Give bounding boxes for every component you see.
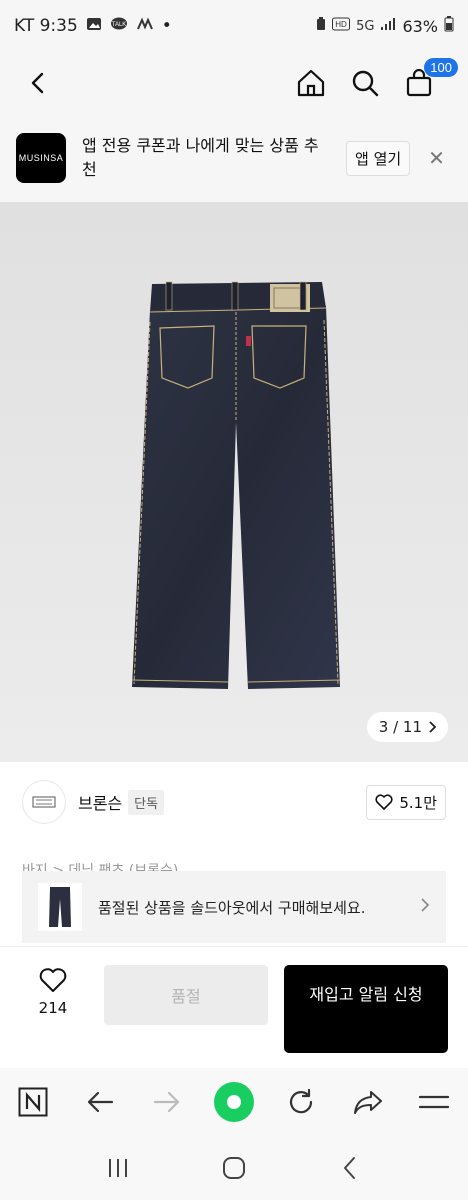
- app-install-banner: MUSINSA 앱 전용 쿠폰과 나에게 맞는 상품 추천 앱 열기 ✕: [0, 114, 468, 202]
- browser-back-button[interactable]: [80, 1082, 120, 1122]
- soldout-banner-text: 품절된 상품을 솔드아웃에서 구매해보세요.: [98, 898, 366, 917]
- nav-actions: 100: [294, 58, 458, 100]
- carrier-time: KT 9:35: [14, 16, 78, 36]
- status-bar: KT 9:35 TALK • HD 5G 63%: [0, 0, 468, 52]
- arrow-right-icon: [154, 1091, 180, 1113]
- status-left: KT 9:35 TALK •: [14, 16, 172, 36]
- svg-text:TALK: TALK: [112, 22, 127, 28]
- product-image-gallery[interactable]: 3 / 11: [0, 202, 468, 762]
- image-counter-text: 3 / 11: [378, 718, 422, 736]
- search-icon: [352, 70, 379, 97]
- close-banner-icon[interactable]: ✕: [428, 146, 445, 170]
- system-navigation-bar: [0, 1136, 468, 1200]
- home-circle-icon: [223, 1157, 245, 1179]
- hd-voice-icon: HD: [332, 17, 351, 35]
- chevron-left-icon: [344, 1157, 355, 1179]
- heart-outline-icon: [39, 968, 67, 992]
- naver-home-button[interactable]: [13, 1082, 53, 1122]
- soldout-thumbnail: [38, 883, 82, 931]
- cart-count-badge: 100: [424, 58, 458, 77]
- exclusive-tag: 단독: [128, 789, 165, 815]
- green-dot-icon: [226, 1095, 241, 1109]
- brand-name[interactable]: 브론슨: [78, 790, 122, 814]
- recent-apps-icon: [109, 1159, 127, 1177]
- share-button[interactable]: [348, 1082, 388, 1122]
- home-button[interactable]: [294, 66, 328, 100]
- gallery-notification-icon: [86, 17, 102, 35]
- brand-like-count: 5.1만: [399, 793, 437, 812]
- battery-icon: [444, 16, 454, 36]
- pants-thumbnail-icon: [49, 887, 71, 927]
- brand-row: 브론슨 단독 5.1만: [0, 777, 468, 827]
- hamburger-menu-icon: [419, 1095, 450, 1109]
- browser-toolbar: [0, 1068, 468, 1136]
- cart-button[interactable]: 100: [402, 58, 458, 100]
- share-arrow-icon: [353, 1091, 382, 1114]
- browser-forward-button[interactable]: [147, 1082, 187, 1122]
- home-icon: [297, 69, 325, 97]
- brand-like-button[interactable]: 5.1만: [366, 784, 446, 820]
- chevron-right-icon: [420, 897, 430, 918]
- purchase-action-bar: 214 품절 재입고 알림 신청: [0, 946, 468, 1068]
- chevron-right-icon: [429, 721, 436, 733]
- battery-level: 63%: [402, 16, 438, 36]
- open-app-button[interactable]: 앱 열기: [346, 140, 411, 176]
- soldout-button[interactable]: 품절: [104, 965, 268, 1025]
- musinsa-logo: MUSINSA: [16, 133, 66, 183]
- signal-icon: [380, 17, 396, 35]
- system-back-button[interactable]: [330, 1148, 370, 1188]
- reload-button[interactable]: [281, 1082, 321, 1122]
- recent-apps-button[interactable]: [98, 1148, 138, 1188]
- heart-outline-icon: [375, 794, 393, 810]
- browser-menu-button[interactable]: [414, 1082, 454, 1122]
- back-button[interactable]: [18, 63, 58, 103]
- soldout-banner[interactable]: 품절된 상품을 솔드아웃에서 구매해보세요.: [22, 871, 446, 943]
- banner-message: 앱 전용 쿠폰과 나에게 맞는 상품 추천: [82, 136, 319, 179]
- home-nav-button[interactable]: [214, 1148, 254, 1188]
- search-button[interactable]: [348, 66, 382, 100]
- svg-text:HD: HD: [335, 20, 347, 29]
- brand-logo[interactable]: [22, 780, 66, 824]
- status-dot: •: [161, 16, 172, 36]
- top-nav: 100: [0, 52, 468, 114]
- chevron-left-icon: [31, 72, 44, 94]
- status-right: HD 5G 63%: [316, 16, 454, 36]
- bronson-logo-icon: [32, 796, 56, 808]
- naver-n-icon: [18, 1087, 48, 1117]
- wishlist-count: 214: [38, 999, 68, 1017]
- app-notification-icon: [136, 17, 154, 35]
- reload-icon: [289, 1088, 312, 1114]
- naver-green-dot-button[interactable]: [213, 1082, 254, 1122]
- arrow-left-icon: [88, 1091, 114, 1113]
- wishlist-button[interactable]: 214: [20, 965, 86, 1017]
- image-counter[interactable]: 3 / 11: [366, 712, 448, 742]
- battery-saver-icon: [316, 17, 326, 35]
- talk-notification-icon: TALK: [110, 17, 128, 35]
- denim-pants-image: [131, 281, 341, 689]
- restock-alert-button[interactable]: 재입고 알림 신청: [284, 965, 448, 1053]
- network-type: 5G: [356, 18, 375, 34]
